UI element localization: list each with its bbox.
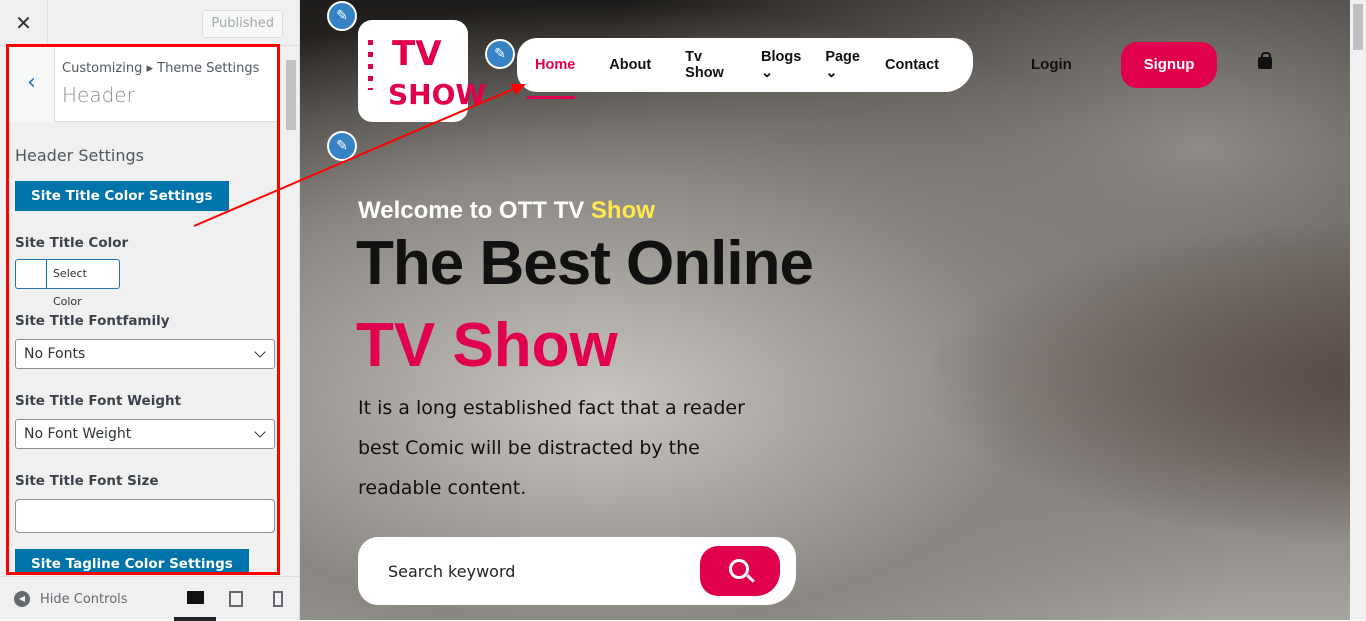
search-input[interactable]: Search keyword	[358, 562, 700, 581]
nav-page-label: Page	[825, 49, 860, 65]
fontweight-label: Site Title Font Weight	[15, 393, 182, 409]
hero-description: It is a long established fact that a rea…	[358, 397, 745, 499]
edit-logo-pencil-icon[interactable]: ✎	[327, 1, 357, 31]
fontfamily-select[interactable]: No Fonts	[15, 339, 275, 369]
search-bar[interactable]: Search keyword	[358, 537, 796, 605]
site-title-color-settings-button[interactable]: Site Title Color Settings	[15, 181, 229, 211]
back-chevron-icon[interactable]: ‹	[9, 47, 55, 122]
select-color-label: Select Color	[52, 267, 87, 308]
section-title: Header	[62, 83, 135, 107]
main-nav: Home About Tv Show Blogs ⌄ Page ⌄ Contac…	[517, 38, 973, 99]
close-icon[interactable]: ✕	[0, 0, 48, 46]
site-tagline-color-settings-button[interactable]: Site Tagline Color Settings	[15, 549, 249, 572]
cart-bag-icon[interactable]	[1258, 52, 1272, 69]
tablet-preview-icon[interactable]	[229, 591, 243, 607]
site-preview: TV SHOW ✎ ✎ ✎ Home About Tv Show Blogs ⌄…	[300, 0, 1350, 620]
welcome-text: Welcome to OTT TV Show	[358, 197, 655, 225]
login-link[interactable]: Login	[1031, 56, 1072, 73]
customizer-sidebar: ✕ Published ‹ Customizing ▸ Theme Settin…	[0, 0, 300, 621]
edit-menu-pencil-icon[interactable]: ✎	[485, 39, 515, 69]
nav-blogs[interactable]: Blogs ⌄	[761, 49, 801, 81]
site-logo[interactable]: TV SHOW	[358, 20, 486, 122]
nav-contact[interactable]: Contact	[885, 57, 939, 73]
preview-scrollbar[interactable]	[1350, 0, 1366, 620]
logo-tv: TV	[392, 34, 442, 74]
fontsize-input[interactable]	[15, 499, 275, 533]
active-device-indicator	[174, 617, 216, 621]
highlighted-panel: ‹ Customizing ▸ Theme Settings Header He…	[6, 44, 280, 575]
color-swatch	[16, 260, 47, 288]
fontsize-label: Site Title Font Size	[15, 473, 159, 489]
hide-controls-label: Hide Controls	[40, 591, 128, 607]
customizer-footer: ◀ Hide Controls	[0, 576, 300, 621]
nav-page[interactable]: Page ⌄	[825, 49, 861, 81]
breadcrumb: Customizing ▸ Theme Settings	[62, 61, 260, 76]
fontfamily-label: Site Title Fontfamily	[15, 313, 170, 329]
nav-home[interactable]: Home	[526, 57, 576, 99]
chevron-down-icon: ⌄	[825, 65, 838, 81]
mobile-preview-icon[interactable]	[273, 591, 283, 607]
search-button[interactable]	[700, 546, 780, 596]
desktop-preview-icon[interactable]	[187, 591, 204, 604]
section-header: ‹ Customizing ▸ Theme Settings Header	[9, 47, 277, 122]
welcome-main: Welcome to OTT TV	[358, 197, 591, 224]
chevron-down-icon: ⌄	[761, 65, 774, 81]
site-title-color-label: Site Title Color	[15, 235, 129, 251]
scrollbar-thumb[interactable]	[1353, 4, 1363, 50]
welcome-highlight: Show	[590, 197, 655, 224]
edit-title-pencil-icon[interactable]: ✎	[327, 131, 357, 161]
scrollbar-thumb[interactable]	[286, 60, 296, 130]
customizer-topbar: ✕ Published	[0, 0, 299, 46]
sidebar-scrollbar[interactable]	[284, 46, 298, 576]
select-color-button[interactable]: Select Color	[15, 259, 120, 308]
published-button[interactable]: Published	[202, 10, 283, 38]
nav-tv-show[interactable]: Tv Show	[685, 49, 727, 81]
hide-controls-button[interactable]: ◀ Hide Controls	[14, 591, 128, 607]
headline-line-2: TV Show	[356, 311, 618, 380]
fontweight-select[interactable]: No Font Weight	[15, 419, 275, 449]
logo-dots	[368, 40, 373, 90]
settings-heading: Header Settings	[15, 146, 144, 165]
nav-blogs-label: Blogs	[761, 49, 802, 65]
logo-show: SHOW	[388, 78, 487, 111]
nav-about[interactable]: About	[609, 57, 651, 73]
collapse-icon: ◀	[14, 591, 30, 607]
headline-line-1: The Best Online	[356, 229, 814, 298]
signup-button[interactable]: Signup	[1121, 42, 1217, 88]
